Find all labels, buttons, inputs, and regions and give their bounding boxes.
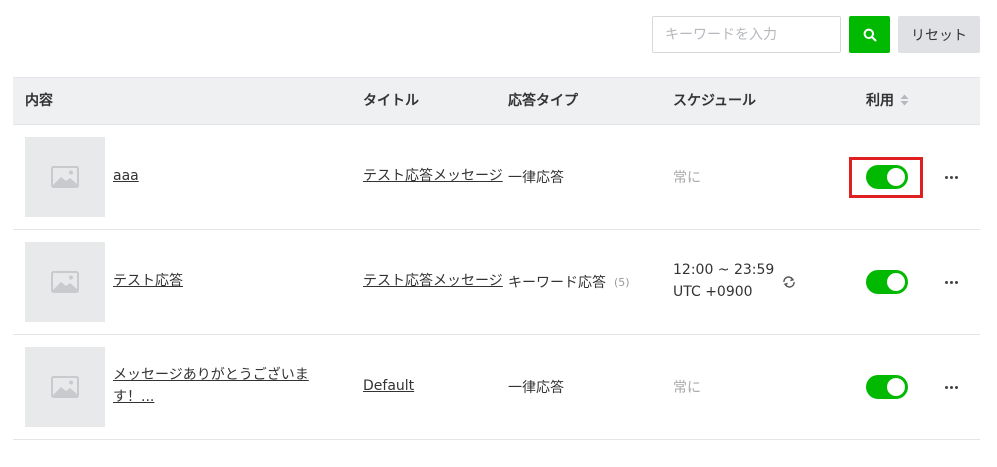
column-header-title: タイトル xyxy=(363,93,419,109)
response-type-cell: 一律応答 xyxy=(508,335,663,439)
content-thumbnail xyxy=(25,242,105,322)
usage-header-label: 利用 xyxy=(866,93,894,109)
content-cell: テスト応答 xyxy=(113,230,343,334)
column-header-schedule: スケジュール xyxy=(673,93,757,109)
ellipsis-icon xyxy=(944,175,948,179)
content-link[interactable]: メッセージありがとうございます！... xyxy=(113,365,328,408)
schedule-label: 常に xyxy=(673,380,701,396)
search-button[interactable] xyxy=(849,16,890,53)
image-placeholder-icon xyxy=(51,376,79,398)
table-header: 内容 タイトル 応答タイプ スケジュール 利用 xyxy=(13,77,980,125)
response-type-label: 一律応答 xyxy=(508,170,564,186)
title-link[interactable]: Default xyxy=(363,376,414,398)
usage-toggle[interactable] xyxy=(866,270,908,294)
repeat-icon xyxy=(783,276,796,288)
content-cell: メッセージありがとうございます！... xyxy=(113,335,328,439)
response-type-label: 一律応答 xyxy=(508,380,564,396)
more-options-button[interactable] xyxy=(938,272,964,292)
auto-response-table: 内容 タイトル 応答タイプ スケジュール 利用 aaa テスト応答メッセージ 一… xyxy=(13,77,980,440)
search-icon xyxy=(863,28,876,41)
toggle-knob xyxy=(887,168,905,186)
sort-icon[interactable] xyxy=(900,94,909,106)
schedule-time: 12:00 ~ 23:59 xyxy=(673,262,775,279)
schedule-text: 12:00 ~ 23:59 UTC +0900 xyxy=(673,260,774,303)
column-header-content: 内容 xyxy=(25,93,53,109)
more-options-button[interactable] xyxy=(938,377,964,397)
content-thumbnail xyxy=(25,137,105,217)
usage-toggle[interactable] xyxy=(866,375,908,399)
keyword-count: (5) xyxy=(614,275,630,289)
schedule-cell: 常に xyxy=(673,335,833,439)
column-header-usage[interactable]: 利用 xyxy=(866,78,909,124)
more-options-button[interactable] xyxy=(938,167,964,187)
title-cell: テスト応答メッセージ xyxy=(363,230,503,334)
toggle-knob xyxy=(887,273,905,291)
table-row: aaa テスト応答メッセージ 一律応答 常に xyxy=(13,125,980,230)
table-row: テスト応答 テスト応答メッセージ キーワード応答 (5) 12:00 ~ 23:… xyxy=(13,230,980,335)
search-toolbar: リセット xyxy=(652,16,980,53)
response-type-cell: キーワード応答 (5) xyxy=(508,230,663,334)
content-thumbnail xyxy=(25,347,105,427)
reset-button[interactable]: リセット xyxy=(898,16,980,53)
toggle-knob xyxy=(887,378,905,396)
response-type-label: キーワード応答 xyxy=(508,275,606,291)
response-type-cell: 一律応答 xyxy=(508,125,663,229)
content-link[interactable]: aaa xyxy=(113,166,139,188)
schedule-label: 常に xyxy=(673,170,701,186)
image-placeholder-icon xyxy=(51,271,79,293)
search-input[interactable] xyxy=(652,16,841,53)
image-placeholder-icon xyxy=(51,166,79,188)
schedule-cell: 12:00 ~ 23:59 UTC +0900 xyxy=(673,230,833,334)
title-cell: Default xyxy=(363,335,503,439)
content-link[interactable]: テスト応答 xyxy=(113,271,183,293)
table-row: メッセージありがとうございます！... Default 一律応答 常に xyxy=(13,335,980,440)
schedule-cell: 常に xyxy=(673,125,833,229)
ellipsis-icon xyxy=(944,385,948,389)
title-cell: テスト応答メッセージ xyxy=(363,125,503,229)
ellipsis-icon xyxy=(944,280,948,284)
usage-toggle[interactable] xyxy=(866,165,908,189)
schedule-timezone: UTC +0900 xyxy=(673,284,753,300)
title-link[interactable]: テスト応答メッセージ xyxy=(363,166,503,188)
column-header-response-type: 応答タイプ xyxy=(508,93,578,109)
content-cell: aaa xyxy=(113,125,343,229)
title-link[interactable]: テスト応答メッセージ xyxy=(363,271,503,293)
